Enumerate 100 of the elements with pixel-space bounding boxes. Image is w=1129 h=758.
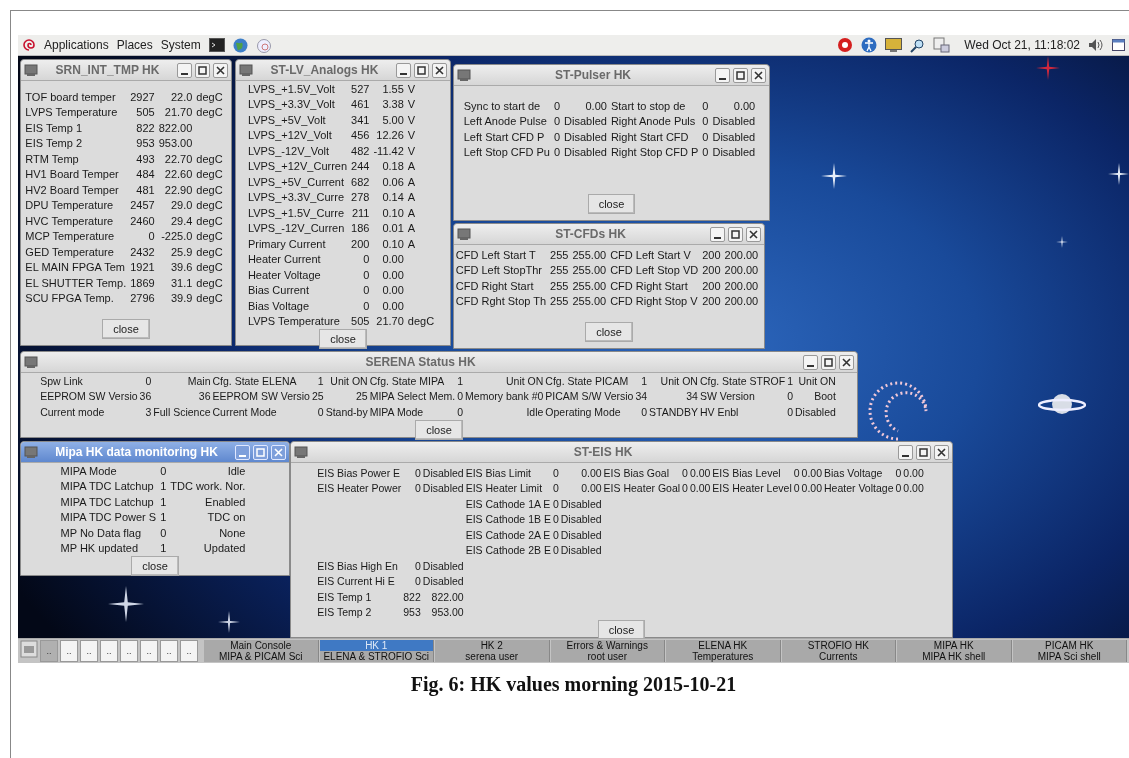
workspace-button[interactable]: .. [60,640,78,662]
close-window-button[interactable]: close [585,322,633,342]
show-desktop-icon[interactable] [1112,39,1125,51]
converted-value: Disabled [560,496,603,512]
raw-value: 0 [702,145,710,160]
raw-value: 0 [362,267,371,283]
converted-value: Updated [202,541,247,556]
maximize-button[interactable] [728,226,743,242]
converted-value: 0.00 [801,480,824,496]
close-button[interactable] [746,226,761,242]
taskbar-tab[interactable]: HK 1 [319,640,434,651]
workspace-button[interactable]: .. [140,640,158,662]
close-window-button[interactable]: close [587,194,636,214]
taskbar-tab[interactable]: MIPA Sci shell [1012,651,1127,662]
close-window-button[interactable]: close [102,319,150,339]
taskbar-tab[interactable]: Temperatures [666,651,781,662]
close-button[interactable] [839,354,854,370]
close-button[interactable] [213,62,228,78]
minimize-button[interactable] [177,62,192,78]
maximize-button[interactable] [195,62,210,78]
window-icon [24,64,38,76]
search-icon[interactable] [910,37,926,53]
converted-value: Disabled [422,480,466,496]
workspace-button[interactable]: .. [100,640,118,662]
minimize-button[interactable] [710,226,725,242]
workspace-button[interactable]: .. [40,640,58,662]
taskbar-tab[interactable]: MIPA & PICAM Sci [204,651,319,662]
converted-value: 5.00 [373,112,408,128]
raw-value: 0 [403,480,423,496]
volume-icon[interactable] [1088,38,1104,52]
raw-value: 0 [552,465,560,481]
close-button[interactable] [432,62,447,78]
raw-value: 1921 [130,260,156,275]
raw-value: 481 [135,182,156,198]
close-button[interactable] [751,67,766,83]
converted-value: 255.00 [572,247,611,263]
maximize-button[interactable] [414,62,429,78]
minimize-button[interactable] [803,354,818,370]
clock[interactable]: Wed Oct 21, 11:18:02 [964,38,1080,52]
close-window-button[interactable]: close [415,419,463,440]
taskbar-tab[interactable]: MIPA HK shell [897,651,1012,662]
minimize-button[interactable] [715,67,730,83]
converted-value: 822.00 [430,589,465,605]
taskbar-tab[interactable]: root user [550,651,665,662]
close-window-button[interactable]: close [319,329,367,349]
converted-value: 953.00 [158,136,194,151]
field-label: Cfg. State STROF [699,373,787,389]
field-label: HV2 Board Temper [25,182,120,198]
workspace-button[interactable]: .. [160,640,178,662]
converted-value: 31.1 [158,275,197,291]
maximize-button[interactable] [733,67,748,83]
taskbar-tab[interactable]: MIPA HK [897,640,1012,651]
globe-icon[interactable] [232,37,248,53]
field-label: EIS Heater Goal [603,481,682,496]
accessibility-icon[interactable] [861,37,878,53]
field-label: Operating Mode [545,404,622,420]
converted-value: 0.00 [381,252,405,267]
menu-item[interactable]: Applications [44,38,109,52]
maximize-icon [731,229,740,239]
field-label: EIS Temp 1 [317,589,404,605]
taskbar-tab[interactable]: ELENA & STROFIO Sci [319,651,434,662]
raw-value: 482 [351,143,371,159]
field-label: Primary Current [247,236,352,252]
minimize-button[interactable] [898,444,913,460]
raw-value: 953 [130,135,159,151]
unit-label: degC [407,314,436,329]
maximize-button[interactable] [916,444,931,460]
converted-value: 0.00 [801,465,824,481]
workspace-button[interactable]: .. [80,640,98,662]
workspace-button[interactable]: .. [120,640,138,662]
field-label: EIS Current Hi E [317,574,396,589]
menu-item[interactable]: Places [116,38,153,52]
taskbar-tab[interactable]: ELENA HK [666,640,781,651]
taskbar-tab[interactable]: HK 2 [435,640,550,651]
converted-value: Disabled [422,558,465,574]
maximize-button[interactable] [821,354,836,370]
taskbar-tab[interactable]: Currents [781,651,896,662]
close-window-button[interactable]: close [131,556,179,576]
raw-value: 34 [635,389,649,404]
minimize-button[interactable] [396,62,411,78]
taskbar-tab[interactable]: PICAM HK [1012,640,1127,651]
field-label: Cfg. State PICAM [545,373,630,389]
field-label: CFD Left StopThr [455,262,551,278]
converted-value: Disabled [564,144,611,160]
field-label: EEPROM SW Versio [212,388,312,404]
workspace-button[interactable]: .. [180,640,198,662]
swirl-logo-icon [22,38,36,52]
raw-value: 186 [351,221,371,236]
field-label: MIPA Mode [369,404,458,420]
close-window-button[interactable]: close [597,620,646,638]
converted-value: 0.00 [381,267,405,283]
update-icon[interactable] [837,37,854,53]
terminal-icon[interactable] [208,38,225,52]
close-button[interactable] [934,444,949,460]
window-icon [457,69,471,81]
raw-value: 484 [135,167,156,182]
taskbar-tab[interactable]: serena user [435,651,550,662]
raw-value: 0 [552,527,561,543]
monitor-icon[interactable] [885,37,903,53]
menu-item[interactable]: System [160,38,201,52]
